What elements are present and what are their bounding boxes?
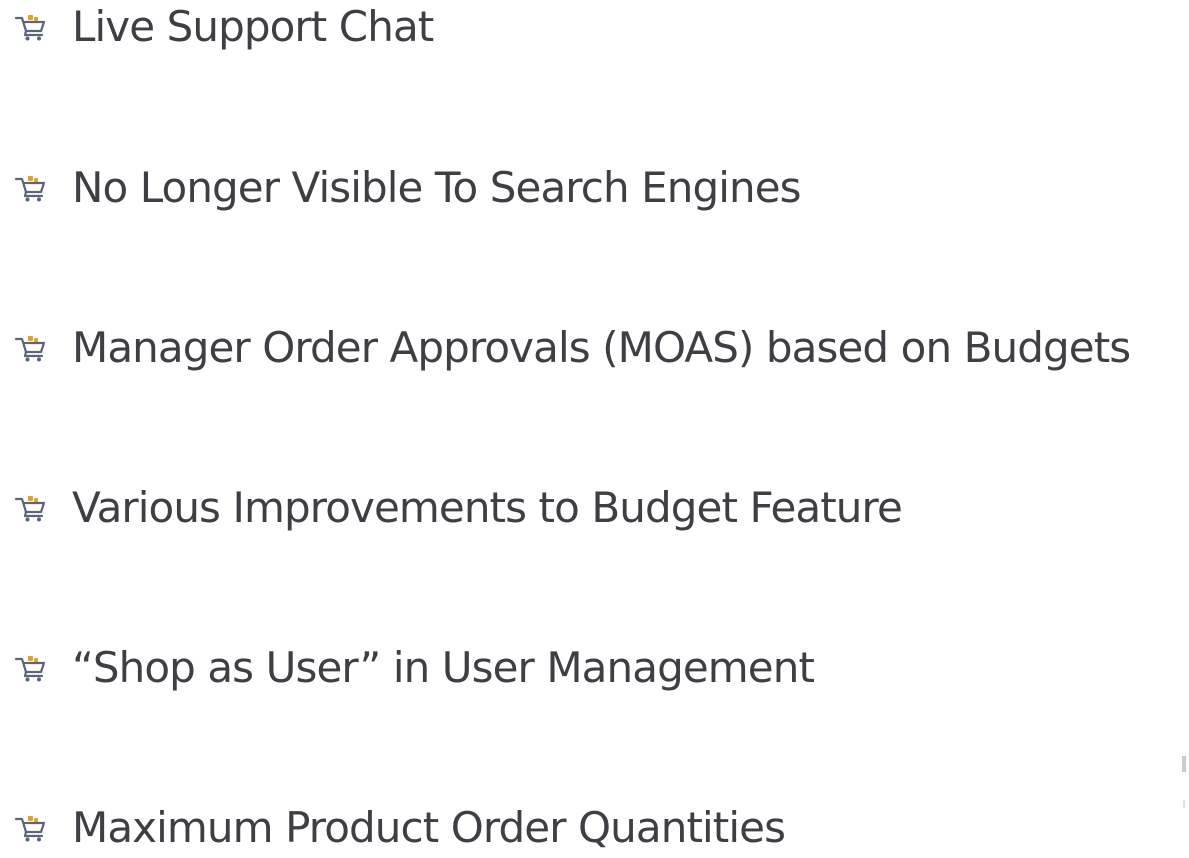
feature-label: “Shop as User” in User Management [72,643,815,692]
list-item: No Longer Visible To Search Engines [14,158,802,218]
edge-fragment [1182,756,1186,808]
list-item: Various Improvements to Budget Feature [14,478,903,538]
list-item: Maximum Product Order Quantities [14,798,786,858]
shopping-cart-icon [14,496,46,522]
list-item: Live Support Chat [14,0,434,57]
shopping-cart-icon [14,336,46,362]
list-item: “Shop as User” in User Management [14,638,815,698]
shopping-cart-icon [14,176,46,202]
feature-label: No Longer Visible To Search Engines [72,163,802,212]
feature-label: Manager Order Approvals (MOAS) based on … [72,323,1131,372]
shopping-cart-icon [14,656,46,682]
feature-label: Maximum Product Order Quantities [72,803,786,852]
list-item: Manager Order Approvals (MOAS) based on … [14,318,1131,378]
shopping-cart-icon [14,15,46,41]
feature-label: Various Improvements to Budget Feature [72,483,903,532]
shopping-cart-icon [14,816,46,842]
feature-label: Live Support Chat [72,2,434,51]
